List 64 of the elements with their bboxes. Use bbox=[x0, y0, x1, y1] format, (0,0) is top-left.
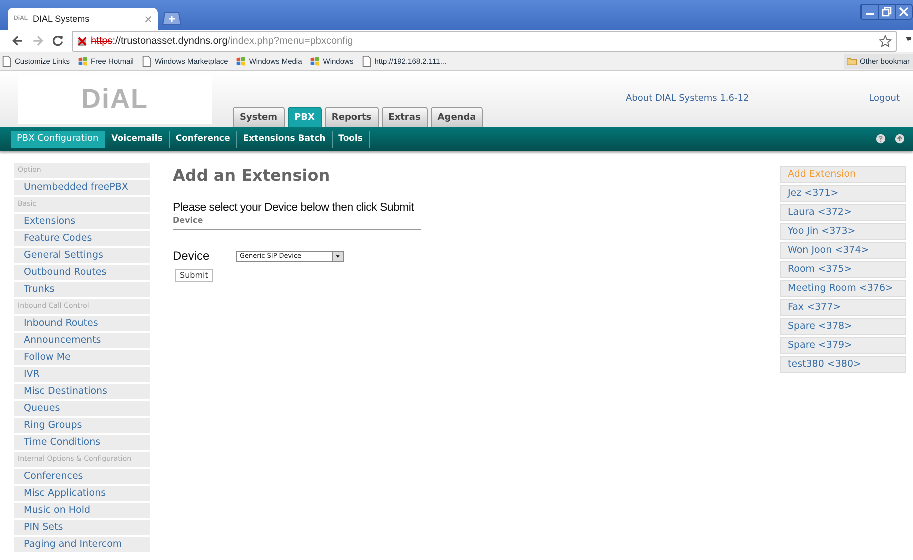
sub-menu-item[interactable]: Extensions Batch bbox=[237, 130, 333, 148]
about-link[interactable]: About DIAL Systems 1.6-12 bbox=[626, 94, 750, 104]
extension-item[interactable]: Spare <379> bbox=[780, 337, 906, 354]
up-arrow-icon[interactable] bbox=[895, 134, 905, 144]
sidebar-item[interactable]: Extensions bbox=[14, 214, 150, 229]
extension-item[interactable]: Room <375> bbox=[780, 261, 906, 278]
menu-tab[interactable]: PBX bbox=[288, 107, 322, 127]
extension-item[interactable]: Won Joon <374> bbox=[780, 242, 906, 259]
sidebar-item[interactable]: PIN Sets bbox=[14, 520, 150, 535]
sidebar-item[interactable]: Unembedded freePBX bbox=[14, 180, 150, 195]
sidebar-item[interactable]: Announcements bbox=[14, 333, 150, 348]
extension-item[interactable]: Yoo Jin <373> bbox=[780, 223, 906, 240]
star-icon[interactable] bbox=[879, 34, 892, 48]
broken-lock-icon bbox=[77, 36, 88, 46]
extension-item[interactable]: Fax <377> bbox=[780, 299, 906, 316]
menu-tab[interactable]: System bbox=[233, 107, 284, 127]
extension-item[interactable]: Meeting Room <376> bbox=[780, 280, 906, 297]
page-title: Add an Extension bbox=[173, 166, 332, 185]
instructions-text: Please select your Device below then click Submit bbox=[173, 202, 416, 214]
new-tab-icon[interactable] bbox=[162, 12, 182, 26]
sub-menu-item[interactable]: Voicemails bbox=[106, 130, 170, 148]
sidebar-item[interactable]: Trunks bbox=[14, 282, 150, 297]
url-text: https://trustonasset.dyndns.org/index.php?menu=pbxconfig bbox=[91, 36, 354, 46]
flag-icon bbox=[236, 56, 246, 66]
field-label: Device bbox=[173, 249, 211, 263]
sidebar-item[interactable]: Queues bbox=[14, 401, 150, 416]
sidebar-item[interactable]: Conferences bbox=[14, 469, 150, 484]
flag-icon bbox=[78, 56, 88, 66]
sidebar-item[interactable]: Time Conditions bbox=[14, 435, 150, 450]
back-icon[interactable] bbox=[12, 35, 24, 47]
section-heading: Device bbox=[173, 216, 421, 230]
page-icon bbox=[362, 56, 372, 66]
extension-item[interactable]: Spare <378> bbox=[780, 318, 906, 335]
folder-icon bbox=[846, 56, 857, 66]
sub-menu-item[interactable]: PBX Configuration bbox=[11, 130, 105, 148]
help-icon[interactable] bbox=[876, 134, 886, 144]
sidebar-item[interactable]: Inbound Routes bbox=[14, 316, 150, 331]
sidebar-item[interactable]: Feature Codes bbox=[14, 231, 150, 246]
sub-menu-item[interactable]: Conference bbox=[170, 130, 238, 148]
logout-link[interactable]: Logout bbox=[869, 94, 900, 104]
page-icon bbox=[142, 56, 152, 66]
logo: DiAL bbox=[82, 84, 148, 114]
sidebar-item[interactable]: Outbound Routes bbox=[14, 265, 150, 280]
sidebar-item[interactable]: Misc Applications bbox=[14, 486, 150, 501]
page-icon bbox=[2, 56, 12, 66]
sidebar-item[interactable]: Music on Hold bbox=[14, 503, 150, 518]
flag-icon bbox=[310, 56, 320, 66]
sidebar-item[interactable]: Misc Destinations bbox=[14, 384, 150, 399]
sidebar-item[interactable]: Follow Me bbox=[14, 350, 150, 365]
extension-item[interactable]: Jez <371> bbox=[780, 185, 906, 202]
sidebar-item[interactable]: General Settings bbox=[14, 248, 150, 263]
submit-button[interactable]: Submit bbox=[175, 269, 214, 282]
tab-title: DIAL Systems bbox=[33, 14, 91, 24]
menu-tab[interactable]: Reports bbox=[324, 107, 379, 127]
sidebar-item[interactable]: Paging and Intercom bbox=[14, 537, 150, 552]
address-bar[interactable]: https://trustonasset.dyndns.org/index.php?menu=pbxconfig bbox=[72, 30, 897, 52]
extension-item[interactable]: Laura <372> bbox=[780, 204, 906, 221]
sidebar-item[interactable]: IVR bbox=[14, 367, 150, 382]
sidebar-item[interactable]: Ring Groups bbox=[14, 418, 150, 433]
menu-tab[interactable]: Extras bbox=[382, 107, 428, 127]
extension-item[interactable]: test380 <380> bbox=[780, 356, 906, 373]
sub-menu-item[interactable]: Tools bbox=[332, 130, 370, 148]
reload-icon[interactable] bbox=[52, 35, 64, 47]
menu-tab[interactable]: Agenda bbox=[430, 107, 484, 127]
